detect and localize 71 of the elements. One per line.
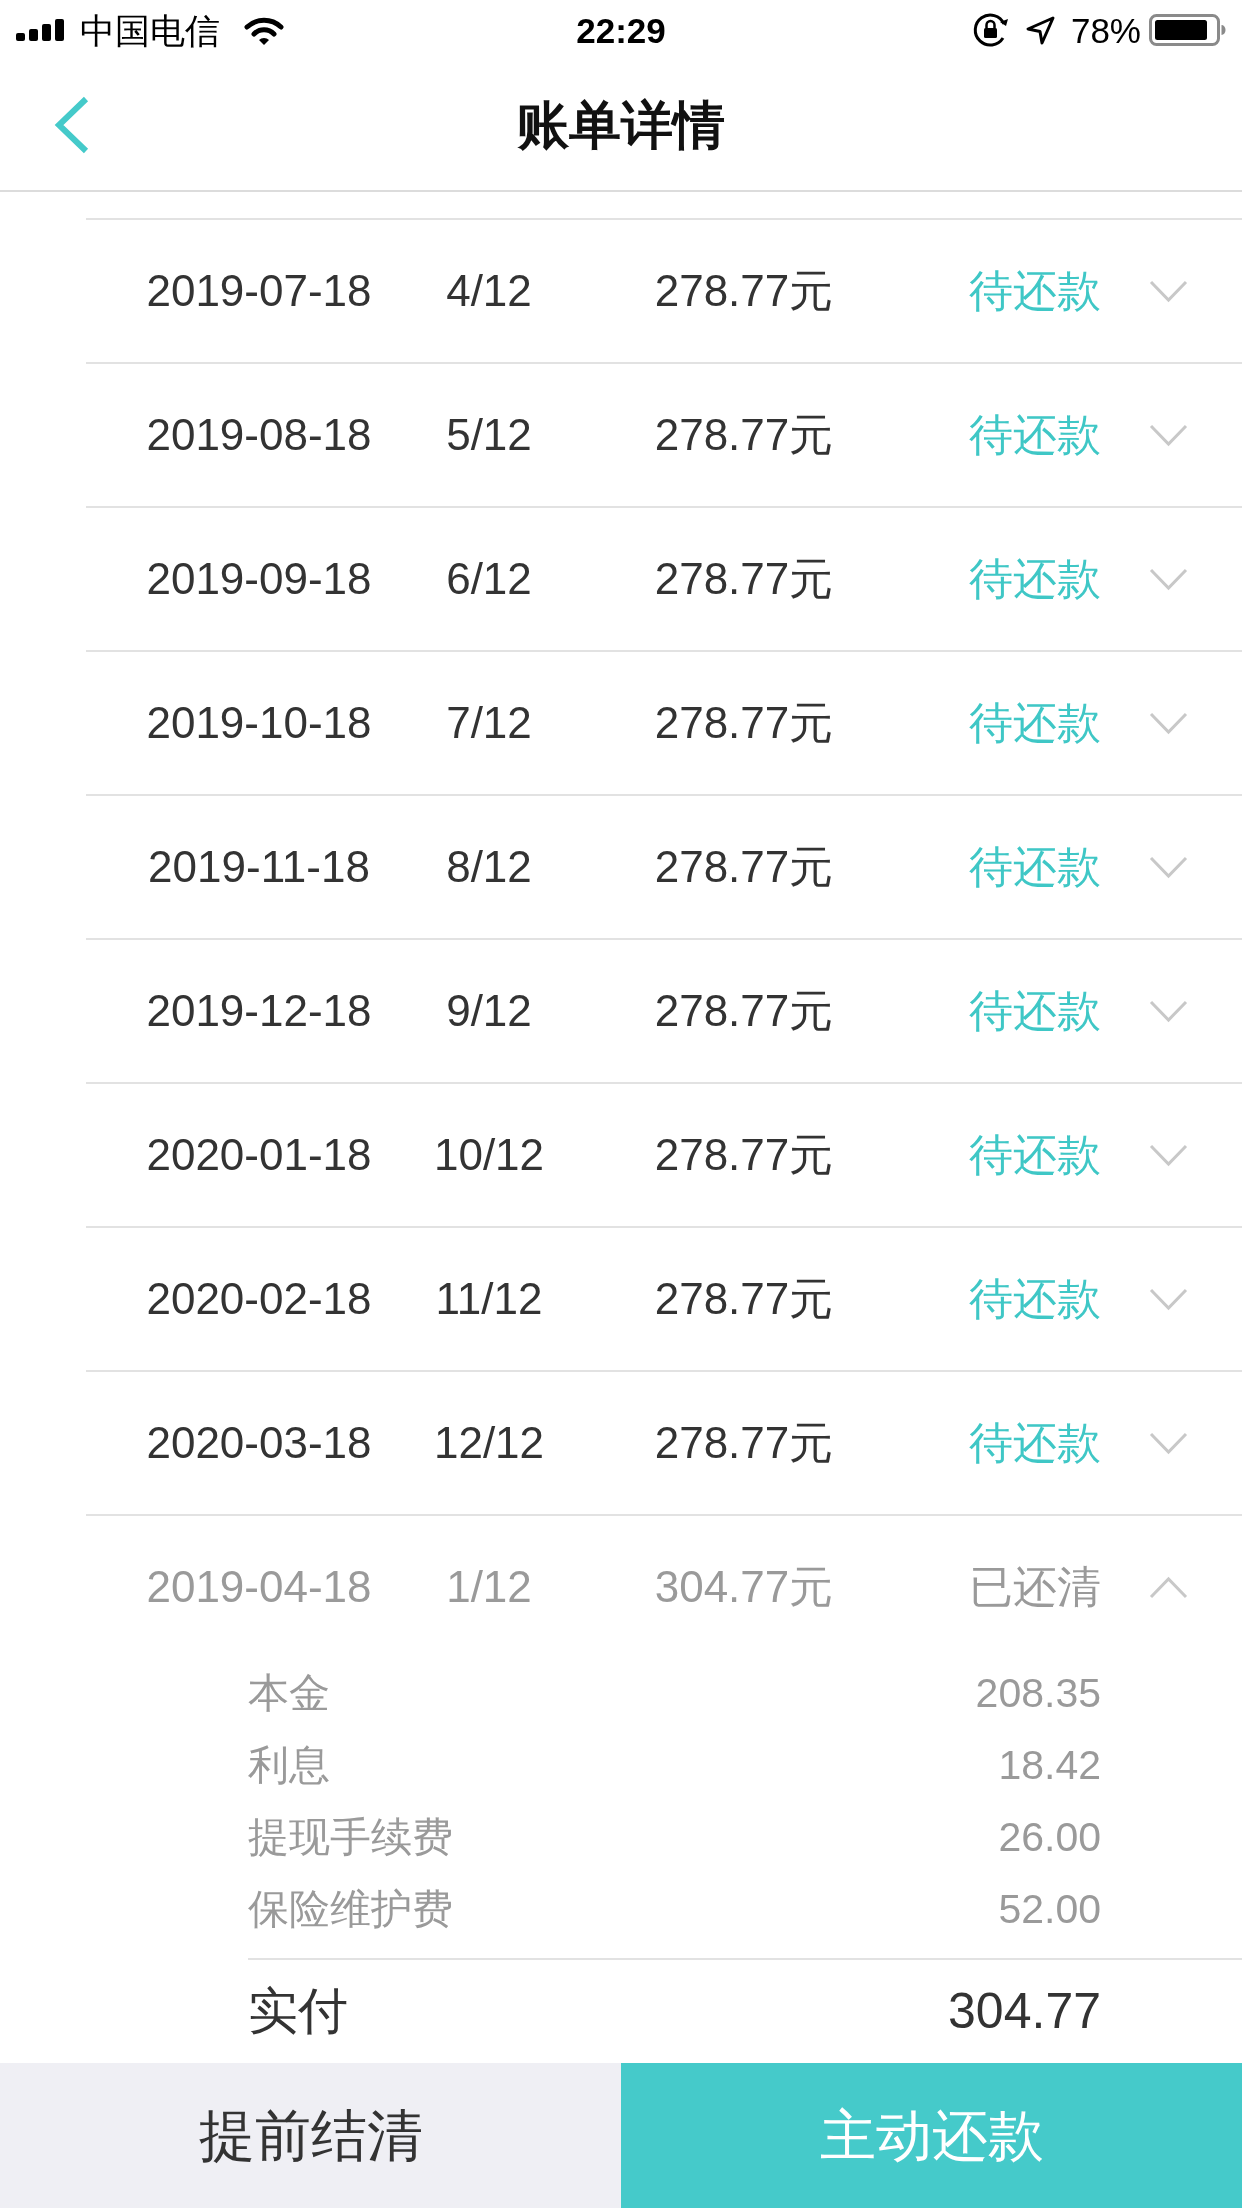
installment-period: 11/12: [435, 1272, 543, 1325]
repayment-status: 待还款: [969, 264, 1101, 317]
fee-value: 52.00: [998, 1885, 1101, 1935]
chevron-down-icon[interactable]: [1149, 711, 1188, 735]
repayment-status: 待还款: [969, 696, 1101, 749]
fee-value: 208.35: [975, 1669, 1101, 1719]
page-title: 账单详情: [517, 94, 725, 156]
chevron-up-icon[interactable]: [1149, 1575, 1188, 1599]
due-date: 2019-09-18: [146, 552, 372, 605]
installment-amount: 278.77元: [654, 1128, 834, 1181]
chevron-down-icon[interactable]: [1149, 1143, 1188, 1167]
fee-label: 提现手续费: [248, 1813, 453, 1863]
installment-period: 5/12: [446, 408, 532, 461]
fee-value: 18.42: [998, 1741, 1101, 1791]
back-icon[interactable]: [54, 96, 90, 154]
signal-icon: [16, 19, 64, 41]
fee-label: 利息: [248, 1741, 330, 1791]
fee-label: 保险维护费: [248, 1885, 453, 1935]
installment-period: 6/12: [446, 552, 532, 605]
carrier-name: 中国电信: [80, 12, 220, 48]
chevron-down-icon[interactable]: [1149, 1287, 1188, 1311]
repayment-status: 待还款: [969, 840, 1101, 893]
repayment-status: 待还款: [969, 552, 1101, 605]
location-icon: [1024, 14, 1055, 46]
installment-amount: 278.77元: [654, 984, 834, 1037]
due-date: 2019-10-18: [146, 696, 372, 749]
fee-value: 26.00: [998, 1813, 1101, 1863]
repayment-status: 待还款: [969, 1416, 1101, 1469]
due-date: 2019-11-18: [148, 840, 370, 893]
installment-amount: 278.77元: [654, 696, 834, 749]
due-date: 2019-12-18: [146, 984, 372, 1037]
orientation-lock-icon: [972, 12, 1009, 48]
installment-amount: 278.77元: [654, 1416, 834, 1469]
installment-period: 4/12: [446, 264, 532, 317]
due-date: 2019-07-18: [146, 264, 372, 317]
due-date: 2019-04-18: [146, 1560, 372, 1613]
due-date: 2020-03-18: [146, 1416, 372, 1469]
chevron-down-icon[interactable]: [1149, 1431, 1188, 1455]
chevron-down-icon[interactable]: [1149, 423, 1188, 447]
due-date: 2020-02-18: [146, 1272, 372, 1325]
total-label: 实付: [248, 1981, 348, 2041]
installment-period: 9/12: [446, 984, 532, 1037]
chevron-down-icon[interactable]: [1149, 279, 1188, 303]
total-value: 304.77: [948, 1981, 1101, 2041]
chevron-down-icon[interactable]: [1149, 855, 1188, 879]
settle-early-button[interactable]: 提前结清: [0, 2063, 621, 2208]
chevron-down-icon[interactable]: [1149, 999, 1188, 1023]
chevron-down-icon[interactable]: [1149, 567, 1188, 591]
installment-amount: 278.77元: [654, 408, 834, 461]
battery-percent: 78%: [1070, 12, 1141, 48]
status-time: 22:29: [576, 12, 666, 48]
due-date: 2019-08-18: [146, 408, 372, 461]
battery-icon: [1149, 14, 1226, 46]
repayment-status: 已还清: [969, 1560, 1101, 1613]
installment-period: 1/12: [446, 1560, 532, 1613]
fee-label: 本金: [248, 1669, 330, 1719]
repayment-status: 待还款: [969, 408, 1101, 461]
installment-period: 12/12: [433, 1416, 545, 1469]
installment-amount: 278.77元: [654, 1272, 834, 1325]
wifi-icon: [244, 15, 284, 45]
due-date: 2020-01-18: [146, 1128, 372, 1181]
installment-amount: 304.77元: [654, 1560, 834, 1613]
installment-period: 10/12: [433, 1128, 545, 1181]
repayment-status: 待还款: [969, 1272, 1101, 1325]
repayment-status: 待还款: [969, 1128, 1101, 1181]
installment-period: 7/12: [446, 696, 532, 749]
repayment-status: 待还款: [969, 984, 1101, 1037]
installment-period: 8/12: [446, 840, 532, 893]
installment-amount: 278.77元: [654, 840, 834, 893]
installment-amount: 278.77元: [654, 552, 834, 605]
installment-amount: 278.77元: [654, 264, 834, 317]
